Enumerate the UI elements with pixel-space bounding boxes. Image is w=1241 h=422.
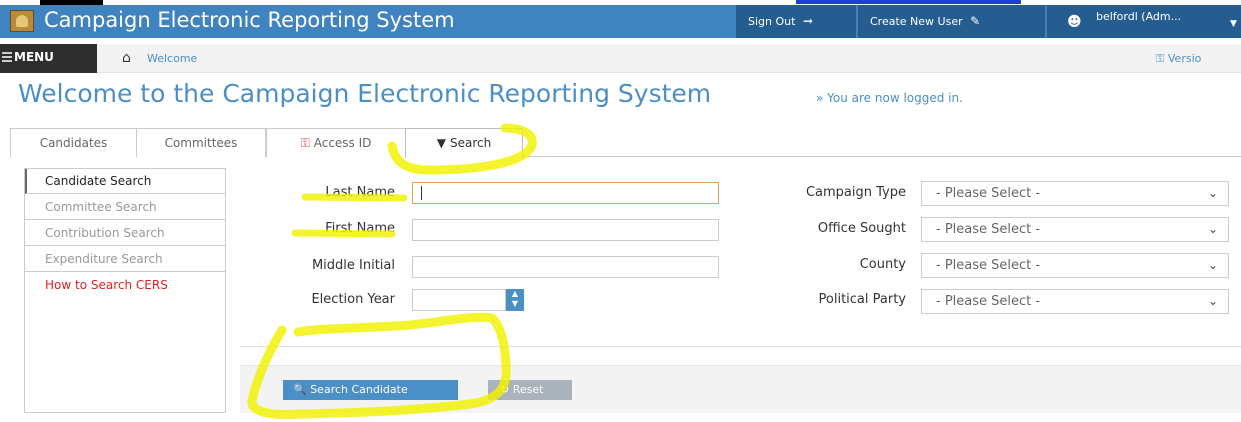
version-link[interactable]: ⚿ Versio <box>1156 52 1201 66</box>
first-name-input[interactable] <box>412 219 719 241</box>
sign-out-label: Sign Out <box>748 15 796 28</box>
county-value: - Please Select - <box>936 258 1041 273</box>
form-divider <box>240 346 1241 347</box>
tab-label: Search <box>450 136 492 150</box>
chevron-down-icon: ⌄ <box>1207 222 1218 236</box>
tab-candidates[interactable]: Candidates <box>10 128 137 157</box>
campaign-type-value: - Please Select - <box>936 186 1041 201</box>
sign-out-icon: ➞ <box>802 14 813 28</box>
caret-down-icon: ▼ <box>1230 19 1237 29</box>
app-window: Campaign Electronic Reporting System Sig… <box>0 0 1241 422</box>
user-name: belfordl (Adm... <box>1096 10 1182 23</box>
middle-initial-label: Middle Initial <box>311 258 395 273</box>
office-sought-label: Office Sought <box>817 221 906 236</box>
election-year-label: Election Year <box>311 292 395 307</box>
breadcrumb-current[interactable]: Welcome <box>147 52 197 65</box>
search-candidate-button[interactable]: 🔍 Search Candidate <box>283 380 458 400</box>
page-title: Welcome to the Campaign Electronic Repor… <box>18 79 712 108</box>
search-candidate-label: Search Candidate <box>310 383 408 396</box>
create-user-button[interactable]: Create New User ✎ <box>858 5 1045 38</box>
sidebar-item-contribution-search[interactable]: Contribution Search <box>25 221 225 246</box>
text-caret <box>421 186 422 200</box>
tab-label: Committees <box>164 136 238 150</box>
menu-label: MENU <box>14 50 54 64</box>
year-spinner[interactable]: ▲ ▼ <box>506 289 524 311</box>
filter-icon: ▼ <box>436 136 446 150</box>
tab-committees[interactable]: Committees <box>136 128 266 157</box>
tab-label: Access ID <box>313 136 372 150</box>
chevron-down-icon: ⌄ <box>1207 294 1218 308</box>
chevron-down-icon: ⌄ <box>1207 258 1218 272</box>
spin-down-icon[interactable]: ▼ <box>506 299 524 309</box>
app-title: Campaign Electronic Reporting System <box>44 8 455 32</box>
office-sought-value: - Please Select - <box>936 222 1041 237</box>
office-sought-select[interactable]: - Please Select - ⌄ <box>921 217 1229 242</box>
search-sidebar: Candidate Search Committee Search Contri… <box>24 168 226 413</box>
reset-icon: ↻ <box>500 383 510 396</box>
tab-search[interactable]: ▼ Search <box>405 128 523 158</box>
election-year-input[interactable] <box>412 289 506 311</box>
create-user-label: Create New User <box>870 15 963 28</box>
app-header: Campaign Electronic Reporting System Sig… <box>0 5 1241 38</box>
chevron-down-icon: ⌄ <box>1207 186 1218 200</box>
campaign-type-select[interactable]: - Please Select - ⌄ <box>921 181 1229 206</box>
sidebar-item-committee-search[interactable]: Committee Search <box>25 195 225 220</box>
user-menu[interactable]: ☻ belfordl (Adm... ▼ <box>1047 5 1241 38</box>
tab-access-id[interactable]: ⚿ Access ID <box>266 128 406 157</box>
sidebar-item-candidate-search[interactable]: Candidate Search <box>25 169 225 194</box>
county-select[interactable]: - Please Select - ⌄ <box>921 253 1229 278</box>
first-name-label: First Name <box>325 221 395 236</box>
key-icon: ⚿ <box>1156 52 1168 65</box>
user-icon: ☻ <box>1067 14 1082 30</box>
version-label: Versio <box>1167 52 1202 65</box>
spin-up-icon[interactable]: ▲ <box>506 289 524 299</box>
political-party-label: Political Party <box>818 292 906 307</box>
political-party-value: - Please Select - <box>936 294 1041 309</box>
sidebar-item-expenditure-search[interactable]: Expenditure Search <box>25 247 225 272</box>
sign-out-button[interactable]: Sign Out ➞ <box>736 5 856 38</box>
reset-button[interactable]: ↻ Reset <box>488 380 572 400</box>
key-icon: ⚿ <box>300 136 310 150</box>
middle-initial-input[interactable] <box>412 256 719 278</box>
page-subtitle: » You are now logged in. <box>816 91 963 105</box>
last-name-label: Last Name <box>325 185 395 200</box>
sidebar-item-how-to-search[interactable]: How to Search CERS <box>25 273 225 298</box>
county-label: County <box>859 257 906 272</box>
top-strip-blue <box>796 0 1021 4</box>
menu-button[interactable]: MENU <box>0 44 97 73</box>
search-icon: 🔍 <box>293 383 307 396</box>
home-icon[interactable]: ⌂ <box>122 50 131 66</box>
reset-label: Reset <box>512 383 544 396</box>
political-party-select[interactable]: - Please Select - ⌄ <box>921 289 1229 314</box>
capitol-logo-icon <box>10 10 34 32</box>
pencil-icon: ✎ <box>970 14 981 28</box>
hamburger-icon <box>2 52 12 62</box>
campaign-type-label: Campaign Type <box>805 185 906 200</box>
tab-label: Candidates <box>39 136 108 150</box>
breadcrumb-bar: MENU ⌂ Welcome ⚿ Versio <box>0 44 1241 73</box>
last-name-input[interactable] <box>412 182 719 204</box>
